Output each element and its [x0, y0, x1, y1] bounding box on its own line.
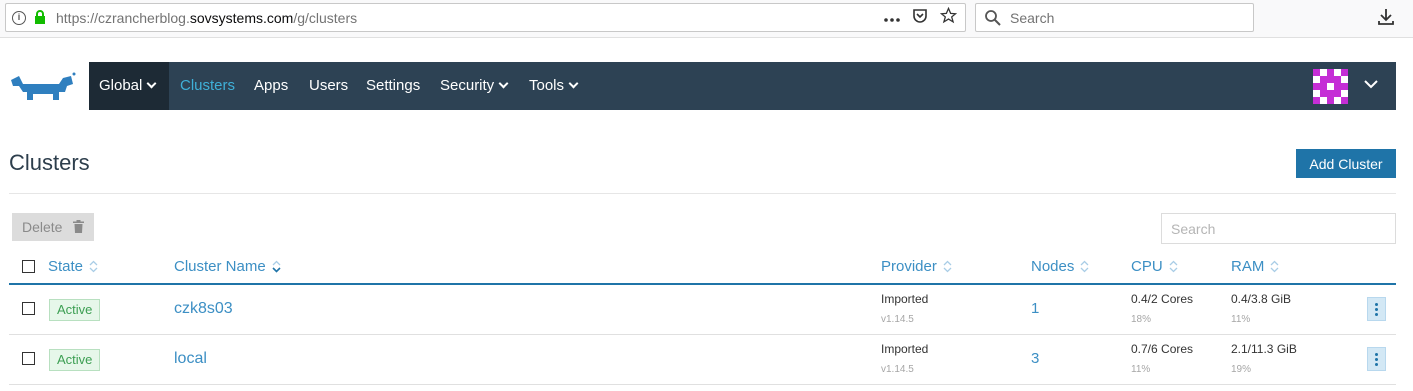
sort-icon: [89, 260, 98, 273]
column-header-cluster-name[interactable]: Cluster Name: [174, 258, 281, 275]
column-header-state[interactable]: State: [48, 258, 98, 275]
browser-toolbar: i https://czrancherblog.sovsystems.com/g…: [0, 0, 1413, 38]
table-header: State Cluster Name Provider Nodes CPU RA…: [9, 252, 1396, 285]
column-header-provider[interactable]: Provider: [881, 258, 952, 275]
ram-usage: 0.4/3.8 GiB: [1231, 292, 1292, 306]
trash-icon: [73, 220, 84, 236]
url-text[interactable]: https://czrancherblog.sovsystems.com/g/c…: [56, 10, 357, 26]
column-header-label: Nodes: [1031, 258, 1075, 275]
nav-item-label: Tools: [529, 77, 565, 94]
chevron-down-icon: [568, 78, 579, 89]
lock-icon[interactable]: [34, 10, 46, 30]
divider: [9, 193, 1396, 194]
table-search-input[interactable]: [1161, 213, 1396, 244]
delete-button[interactable]: Delete: [12, 213, 94, 241]
chevron-down-icon: [498, 78, 509, 89]
nav-item-label: Users: [309, 77, 349, 94]
cpu-usage: 0.4/2 Cores: [1131, 292, 1194, 306]
info-icon[interactable]: i: [12, 11, 26, 25]
nav-item-tools[interactable]: Tools: [529, 62, 579, 110]
status-badge: Active: [49, 349, 101, 371]
rancher-logo[interactable]: [9, 70, 77, 107]
sort-icon: [1270, 260, 1279, 273]
more-horizontal-icon[interactable]: [884, 9, 900, 27]
row-actions-menu-icon[interactable]: [1367, 297, 1386, 321]
nav-item-label: Clusters: [180, 77, 236, 94]
search-icon: [984, 9, 1002, 32]
status-badge: Active: [49, 299, 101, 321]
bookmark-star-icon[interactable]: [939, 6, 958, 29]
column-header-label: RAM: [1231, 258, 1265, 275]
column-header-ram[interactable]: RAM: [1231, 258, 1279, 275]
ram-percent: 19%: [1231, 364, 1252, 375]
nav-item-clusters[interactable]: Clusters: [180, 62, 235, 110]
select-all-checkbox[interactable]: [22, 260, 35, 273]
browser-search-box[interactable]: [975, 3, 1254, 32]
nav-item-label: Security: [440, 77, 495, 94]
nodes-count-link[interactable]: 3: [1031, 350, 1039, 367]
page-title: Clusters: [9, 150, 90, 175]
cpu-percent: 11%: [1131, 364, 1151, 375]
column-header-label: Provider: [881, 258, 937, 275]
column-header-label: Cluster Name: [174, 258, 266, 275]
nav-item-label: Apps: [254, 77, 289, 94]
table-row: Active czk8s03 Imported v1.14.5 1 0.4/2 …: [9, 285, 1396, 335]
url-host: sovsystems.com: [189, 10, 294, 26]
user-avatar[interactable]: [1313, 69, 1348, 104]
add-cluster-button[interactable]: Add Cluster: [1296, 149, 1396, 178]
cpu-usage: 0.7/6 Cores: [1131, 342, 1194, 356]
chevron-down-icon[interactable]: [1364, 76, 1378, 94]
column-header-nodes[interactable]: Nodes: [1031, 258, 1089, 275]
row-checkbox[interactable]: [22, 352, 35, 365]
download-icon[interactable]: [1378, 8, 1394, 31]
column-header-cpu[interactable]: CPU: [1131, 258, 1178, 275]
nav-item-apps[interactable]: Apps: [254, 62, 288, 110]
url-bar[interactable]: i https://czrancherblog.sovsystems.com/g…: [5, 3, 966, 32]
row-checkbox[interactable]: [22, 302, 35, 315]
browser-search-input[interactable]: [1010, 8, 1240, 28]
sort-icon: [1080, 260, 1089, 273]
provider-version: v1.14.5: [881, 364, 914, 375]
provider-version: v1.14.5: [881, 314, 914, 325]
sort-icon: [943, 260, 952, 273]
url-path: /g/clusters: [293, 10, 358, 26]
column-header-label: CPU: [1131, 258, 1163, 275]
global-scope-dropdown[interactable]: Global: [89, 62, 169, 110]
sort-icon: [1169, 260, 1178, 273]
provider-name: Imported: [881, 342, 929, 356]
cluster-name-link[interactable]: czk8s03: [174, 300, 233, 318]
pocket-icon[interactable]: [912, 8, 928, 29]
ram-percent: 11%: [1231, 314, 1251, 325]
nodes-count-link[interactable]: 1: [1031, 300, 1039, 317]
table-row: Active local Imported v1.14.5 3 0.7/6 Co…: [9, 335, 1396, 385]
nav-item-security[interactable]: Security: [440, 62, 509, 110]
nav-item-label: Settings: [366, 77, 421, 94]
nav-item-settings[interactable]: Settings: [366, 62, 420, 110]
ram-usage: 2.1/11.3 GiB: [1231, 342, 1297, 356]
sort-icon: [272, 260, 281, 273]
main-navigation: Global Clusters Apps Users Settings Secu…: [89, 62, 1396, 110]
cpu-percent: 18%: [1131, 314, 1152, 325]
column-header-label: State: [48, 258, 84, 275]
cluster-name-link[interactable]: local: [174, 350, 207, 368]
chevron-down-icon: [146, 78, 157, 89]
row-actions-menu-icon[interactable]: [1367, 347, 1386, 371]
global-label: Global: [99, 77, 143, 94]
nav-item-users[interactable]: Users: [309, 62, 348, 110]
provider-name: Imported: [881, 292, 929, 306]
url-prefix: https://czrancherblog.: [56, 10, 190, 26]
delete-button-label: Delete: [22, 219, 63, 235]
